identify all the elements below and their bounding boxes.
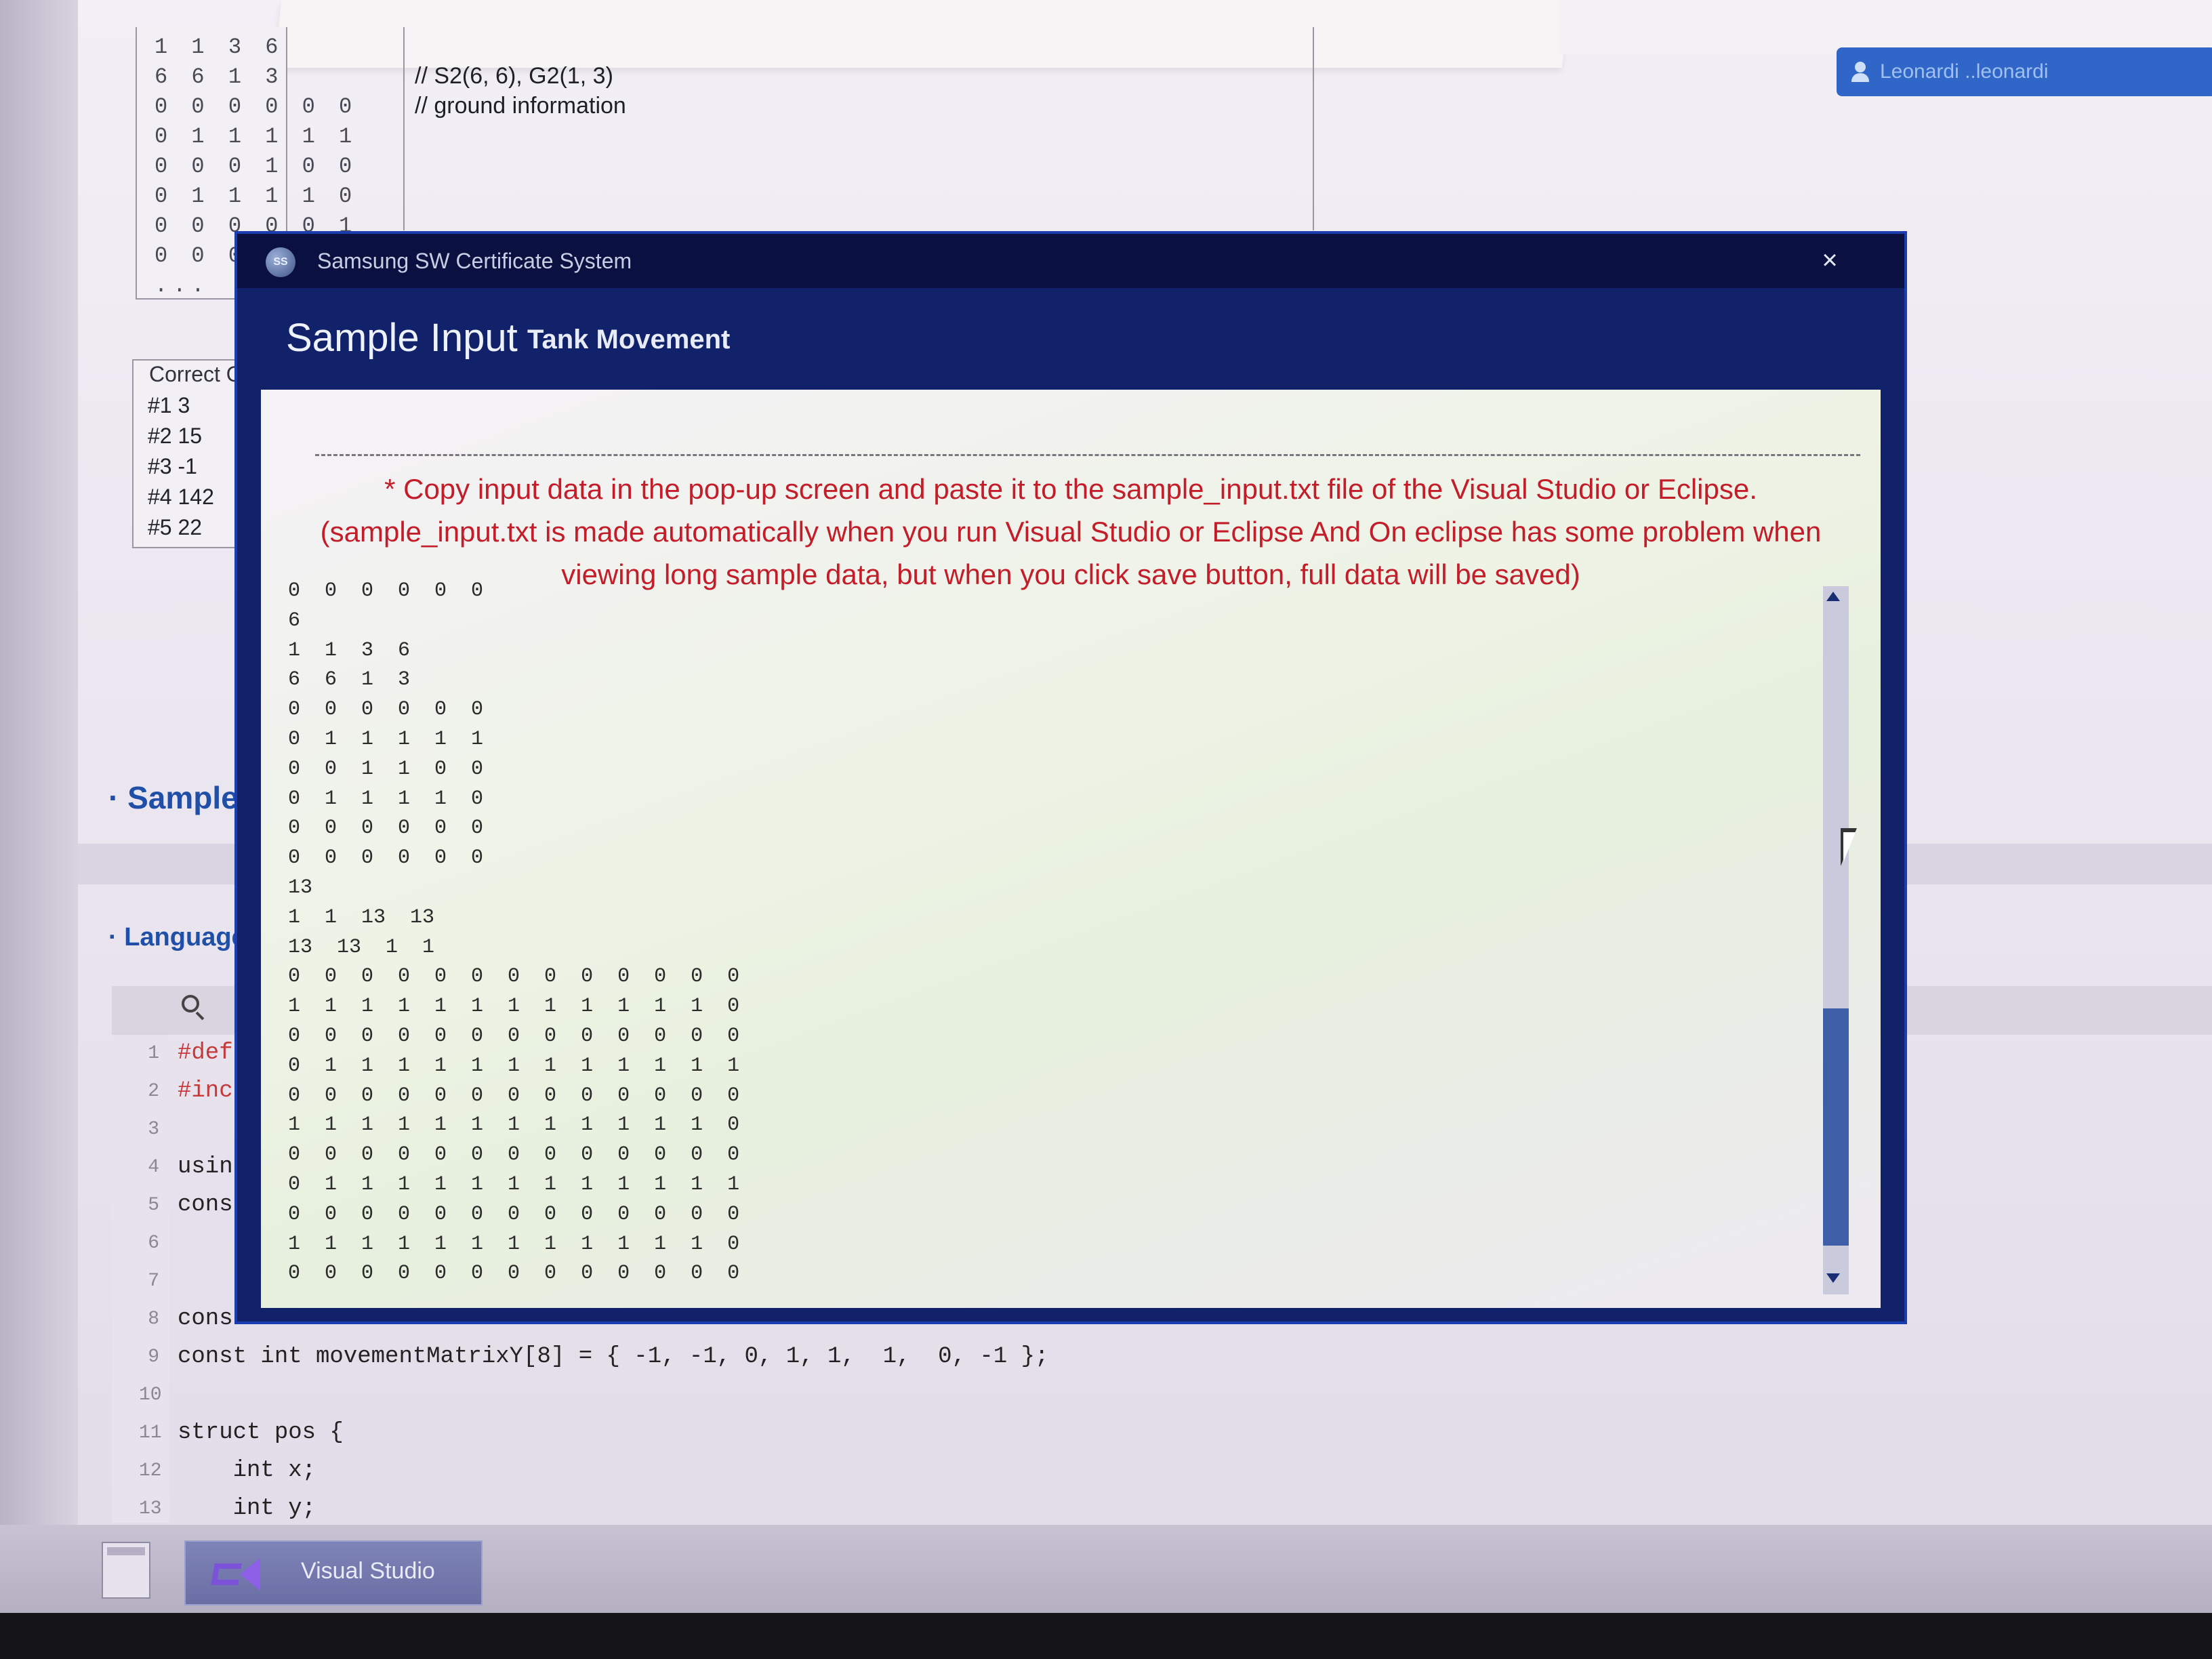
line-number: 12 bbox=[139, 1460, 162, 1481]
code-line[interactable]: int x; bbox=[178, 1458, 316, 1483]
example-description-box bbox=[403, 27, 1314, 230]
notice-text: * Copy input data in the pop-up screen a… bbox=[288, 468, 1853, 596]
sample-data-line: 13 bbox=[288, 876, 313, 899]
scroll-up-arrow-icon[interactable] bbox=[1826, 592, 1840, 601]
line-number: 4 bbox=[148, 1157, 159, 1178]
line-number: 1 bbox=[148, 1043, 159, 1064]
example-input-line: 0 1 1 1 1 1 bbox=[155, 124, 358, 149]
code-line[interactable]: cons bbox=[178, 1192, 233, 1218]
search-icon[interactable] bbox=[182, 995, 206, 1019]
line-number: 8 bbox=[148, 1309, 159, 1330]
line-number: 10 bbox=[139, 1385, 162, 1406]
calendar-app-icon[interactable] bbox=[102, 1542, 150, 1599]
correct-output-row: #4 142 bbox=[148, 485, 214, 509]
description-line: // S2(6, 6), G2(1, 3) bbox=[415, 63, 613, 89]
sample-data-line: 0 0 0 0 0 0 0 0 0 0 0 0 0 bbox=[288, 1262, 740, 1286]
correct-output-row: #1 3 bbox=[148, 393, 190, 417]
modal-titlebar: SS Samsung SW Certificate System × bbox=[237, 234, 1904, 288]
close-button[interactable]: × bbox=[1813, 243, 1847, 277]
user-name: Leonardi ..leonardi bbox=[1880, 60, 2049, 83]
line-number: 3 bbox=[148, 1119, 159, 1140]
sample-data-line: 0 0 0 0 0 0 0 0 0 0 0 0 0 bbox=[288, 1143, 740, 1167]
dashed-divider bbox=[315, 454, 1860, 456]
sample-data-line: 0 1 1 1 1 0 bbox=[288, 787, 484, 811]
sample-data-line: 0 0 0 0 0 0 bbox=[288, 817, 484, 840]
example-input-line: 0 0 0 1 0 0 bbox=[155, 154, 358, 179]
example-description-text: // S2(6, 6), G2(1, 3) // ground informati… bbox=[415, 61, 626, 121]
line-number: 7 bbox=[148, 1271, 159, 1292]
sample-data-line: 1 1 13 13 bbox=[288, 905, 435, 929]
app-title: Samsung SW Certificate System bbox=[317, 249, 632, 273]
code-line[interactable]: #inc bbox=[178, 1078, 233, 1104]
sample-section-heading[interactable]: · Sample I bbox=[108, 779, 255, 816]
sample-data-line: 6 bbox=[288, 609, 301, 632]
line-number: 2 bbox=[148, 1081, 159, 1102]
sample-data-line: 1 1 1 1 1 1 1 1 1 1 1 1 0 bbox=[288, 1113, 740, 1137]
example-input-line: 0 0 0 0 0 0 bbox=[155, 94, 358, 119]
sample-data-line: 1 1 1 1 1 1 1 1 1 1 1 1 0 bbox=[288, 1232, 740, 1256]
sample-data-line: 0 1 1 1 1 1 bbox=[288, 728, 484, 751]
taskbar-visual-studio-button[interactable]: Visual Studio bbox=[184, 1540, 483, 1605]
sample-data-line: 1 1 3 6 bbox=[288, 638, 411, 662]
sample-data-text[interactable]: 0 0 0 0 0 0 6 1 1 3 6 6 6 1 3 0 0 0 0 0 0 0 1… bbox=[288, 579, 1799, 1298]
sample-data-line: 0 0 0 0 0 0 bbox=[288, 579, 484, 602]
line-number: 5 bbox=[148, 1195, 159, 1216]
correct-output-header: Correct O bbox=[149, 362, 243, 386]
line-number: 13 bbox=[139, 1498, 162, 1519]
correct-output-row: #5 22 bbox=[148, 515, 203, 539]
scroll-down-arrow-icon[interactable] bbox=[1826, 1273, 1840, 1283]
sample-data-line: 0 1 1 1 1 1 1 1 1 1 1 1 1 bbox=[288, 1054, 740, 1078]
description-line: // ground information bbox=[415, 93, 626, 119]
code-line[interactable]: usin bbox=[178, 1154, 233, 1180]
sample-data-line: 0 0 0 0 0 0 0 0 0 0 0 0 0 bbox=[288, 1084, 740, 1107]
correct-output-row: #3 -1 bbox=[148, 454, 197, 478]
sample-data-line: 13 13 1 1 bbox=[288, 935, 435, 959]
notice-line: * Copy input data in the pop-up screen a… bbox=[384, 473, 1757, 505]
code-line[interactable]: cons bbox=[178, 1306, 233, 1332]
sample-data-line: 0 0 0 0 0 0 0 0 0 0 0 0 0 bbox=[288, 965, 740, 989]
modal-body: * Copy input data in the pop-up screen a… bbox=[261, 390, 1881, 1308]
modal-title: Sample Input bbox=[286, 316, 518, 360]
language-section-heading: · Language bbox=[108, 923, 246, 951]
sample-data-line: 0 1 1 1 1 1 1 1 1 1 1 1 1 bbox=[288, 1173, 740, 1196]
user-badge[interactable]: Leonardi ..leonardi bbox=[1837, 47, 2212, 96]
example-input-line: 1 1 3 6 bbox=[155, 35, 284, 60]
line-number: 11 bbox=[139, 1422, 162, 1443]
correct-output-row: #2 15 bbox=[148, 424, 203, 448]
sample-data-line: 0 0 0 0 0 0 bbox=[288, 846, 484, 870]
visual-studio-icon bbox=[213, 1558, 264, 1591]
line-number: 9 bbox=[148, 1347, 159, 1368]
sample-data-line: 0 0 0 0 0 0 0 0 0 0 0 0 0 bbox=[288, 1202, 740, 1226]
sample-data-line: 6 6 1 3 bbox=[288, 668, 411, 692]
user-icon bbox=[1851, 62, 1869, 82]
code-line[interactable]: #def bbox=[178, 1040, 233, 1066]
sample-data-line: 1 1 1 1 1 1 1 1 1 1 1 1 0 bbox=[288, 995, 740, 1019]
sample-input-modal: SS Samsung SW Certificate System × Sampl… bbox=[237, 234, 1904, 1322]
example-input-line: 0 1 1 1 1 0 bbox=[155, 184, 358, 209]
sample-data-line: 0 0 0 0 0 0 bbox=[288, 698, 484, 722]
mouse-cursor-icon bbox=[1843, 832, 1856, 862]
sample-data-line: 0 0 0 0 0 0 0 0 0 0 0 0 0 bbox=[288, 1025, 740, 1048]
line-number: 6 bbox=[148, 1233, 159, 1254]
scrollbar-thumb[interactable] bbox=[1823, 1008, 1849, 1246]
taskbar-app-label: Visual Studio bbox=[301, 1558, 435, 1584]
code-line[interactable]: struct pos { bbox=[178, 1420, 344, 1446]
example-input-line: 6 6 1 3 bbox=[155, 64, 284, 89]
notice-line: (sample_input.txt is made automatically … bbox=[320, 516, 1822, 548]
samsung-logo-icon: SS bbox=[266, 247, 295, 277]
code-line[interactable]: int y; bbox=[178, 1496, 316, 1521]
paper-obstruction-right bbox=[1559, 0, 2212, 54]
sample-data-line: 0 0 1 1 0 0 bbox=[288, 757, 484, 781]
modal-subtitle: Tank Movement bbox=[527, 325, 731, 354]
monitor-bezel bbox=[0, 1613, 2212, 1659]
left-panel bbox=[0, 0, 78, 1525]
code-line[interactable]: const int movementMatrixY[8] = { -1, -1,… bbox=[178, 1344, 1048, 1370]
